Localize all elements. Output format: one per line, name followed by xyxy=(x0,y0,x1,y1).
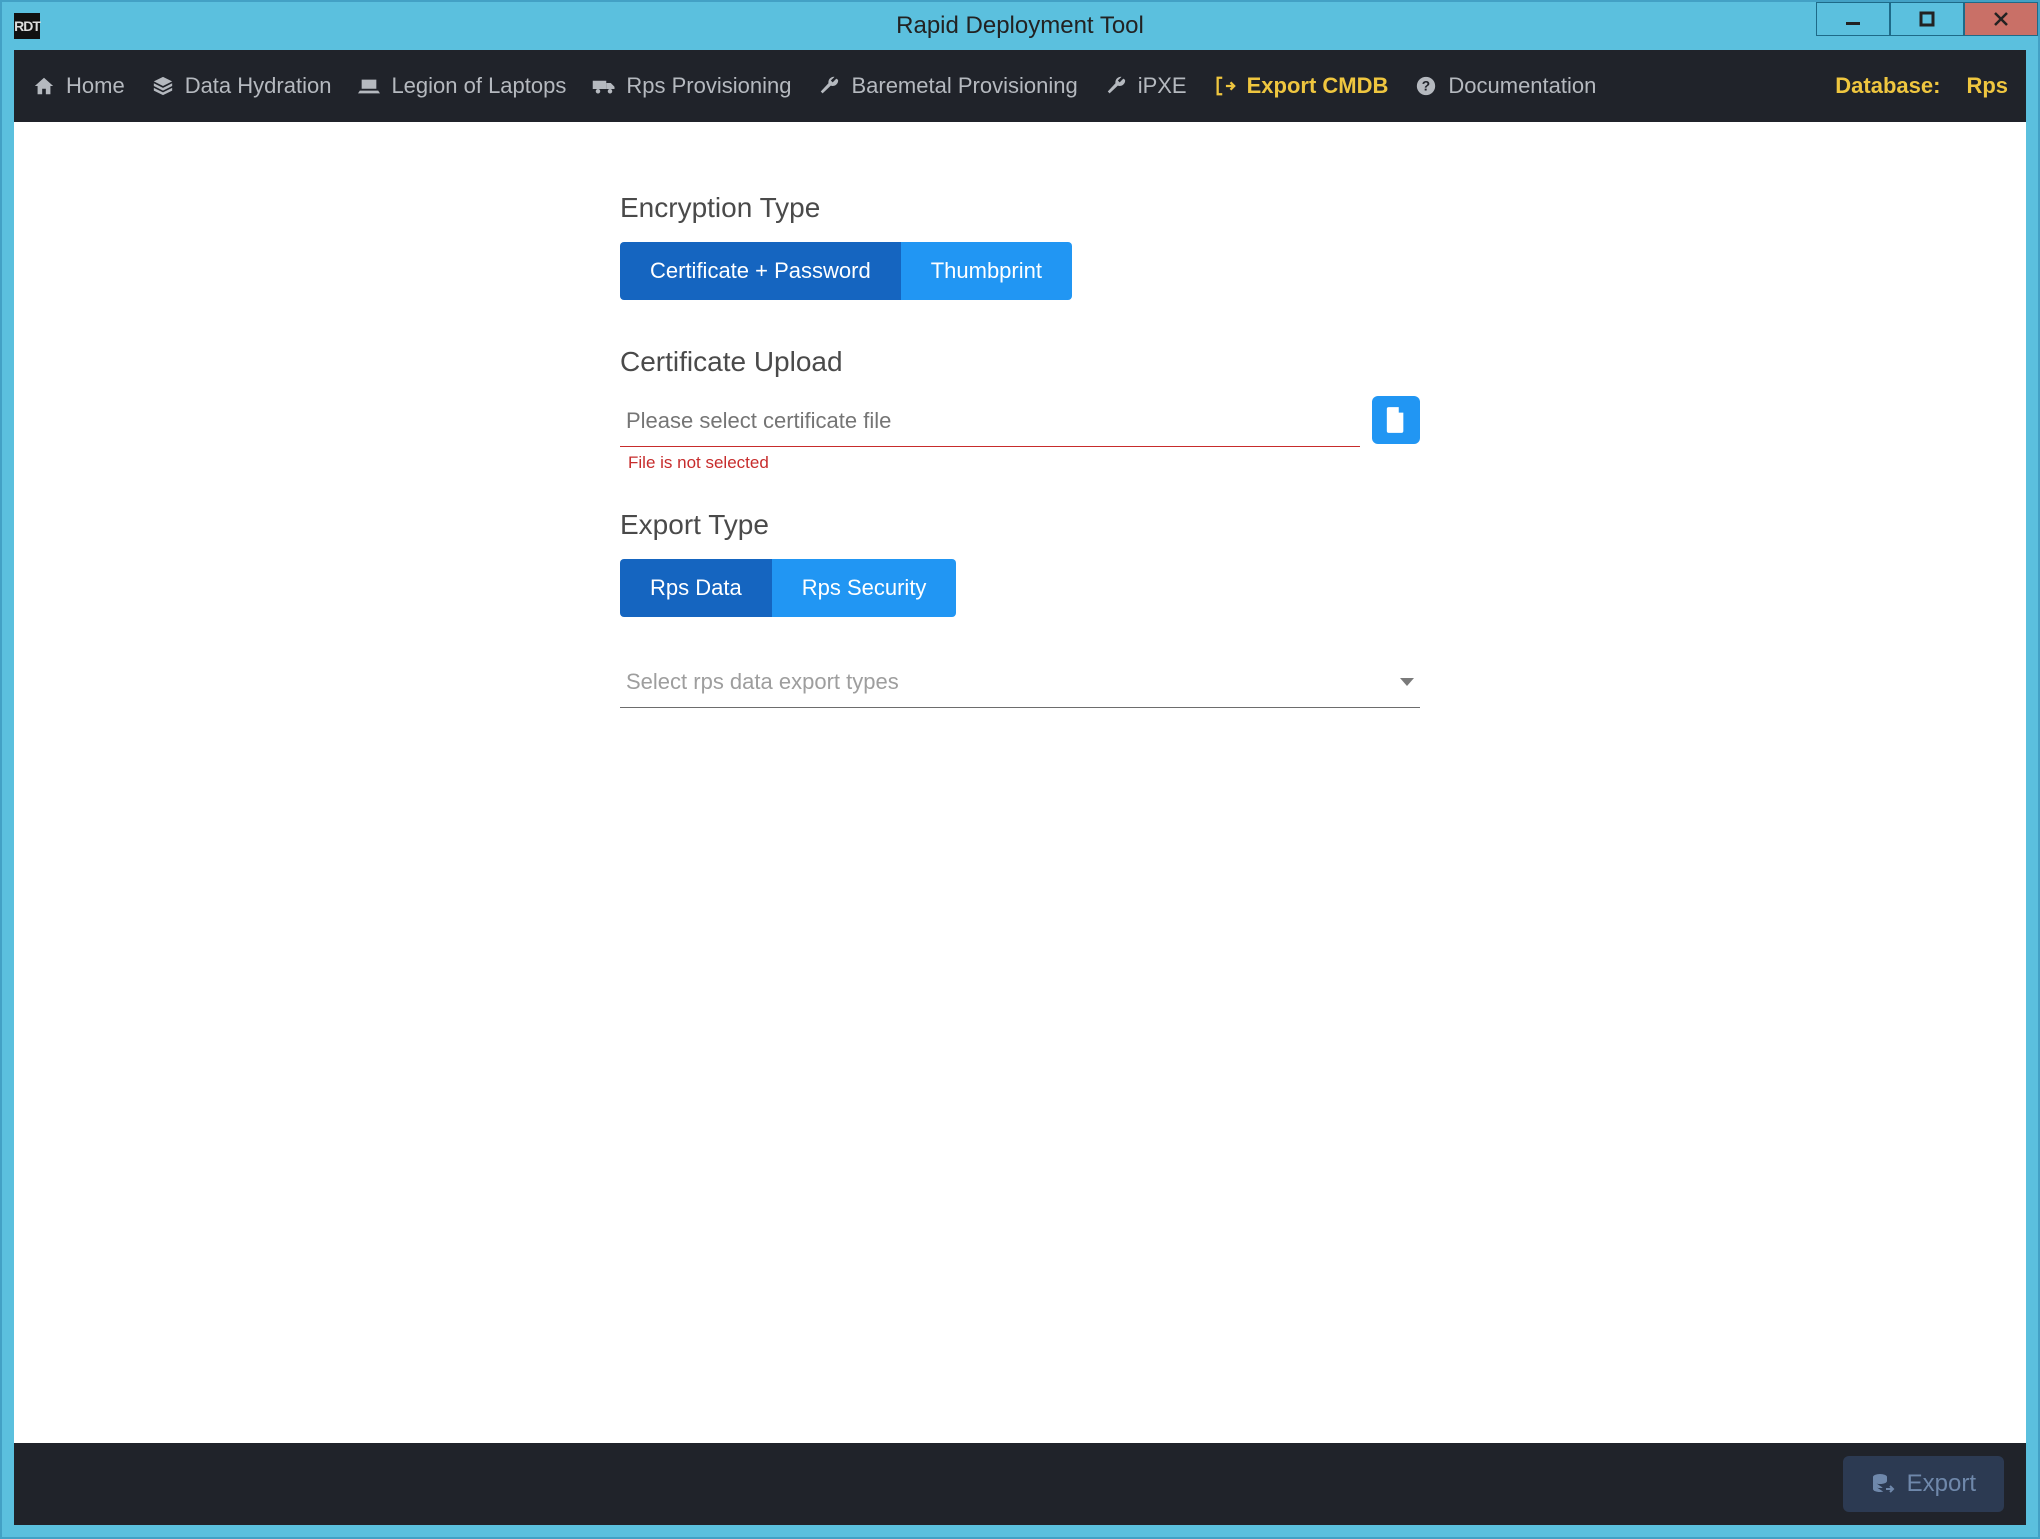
wrench-icon xyxy=(817,74,841,98)
nav-rps-provisioning[interactable]: Rps Provisioning xyxy=(592,73,791,99)
nav-label: Baremetal Provisioning xyxy=(851,73,1077,99)
nav-label: iPXE xyxy=(1138,73,1187,99)
database-export-icon xyxy=(1871,1472,1895,1496)
certificate-file-input[interactable] xyxy=(620,396,1360,447)
truck-icon xyxy=(592,74,616,98)
laptop-icon xyxy=(357,74,381,98)
nav-label: Data Hydration xyxy=(185,73,332,99)
maximize-icon xyxy=(1919,11,1935,27)
nav-label: Legion of Laptops xyxy=(391,73,566,99)
encryption-type-group: Certificate + Password Thumbprint xyxy=(620,242,1072,300)
export-types-placeholder: Select rps data export types xyxy=(626,669,899,695)
help-icon: ? xyxy=(1414,74,1438,98)
footer-bar: Export xyxy=(14,1443,2026,1525)
export-button-label: Export xyxy=(1907,1470,1976,1498)
close-icon xyxy=(1993,11,2009,27)
certificate-file-error: File is not selected xyxy=(628,453,1420,473)
certificate-upload-row xyxy=(620,396,1420,447)
export-type-group: Rps Data Rps Security xyxy=(620,559,956,617)
chevron-down-icon xyxy=(1400,678,1414,686)
database-value: Rps xyxy=(1966,73,2008,99)
window-buttons xyxy=(1816,2,2038,50)
nav-label: Home xyxy=(66,73,125,99)
nav-legion-laptops[interactable]: Legion of Laptops xyxy=(357,73,566,99)
browse-file-button[interactable] xyxy=(1372,396,1420,444)
nav-label: Export CMDB xyxy=(1247,73,1389,99)
certificate-upload-heading: Certificate Upload xyxy=(620,346,1420,378)
encryption-type-heading: Encryption Type xyxy=(620,192,1420,224)
nav-baremetal-provisioning[interactable]: Baremetal Provisioning xyxy=(817,73,1077,99)
window-title: Rapid Deployment Tool xyxy=(896,12,1144,40)
maximize-button[interactable] xyxy=(1890,2,1964,36)
encryption-option-thumbprint[interactable]: Thumbprint xyxy=(901,242,1072,300)
nav-export-cmdb[interactable]: Export CMDB xyxy=(1213,73,1389,99)
export-icon xyxy=(1213,74,1237,98)
nav-documentation[interactable]: ? Documentation xyxy=(1414,73,1596,99)
app-icon: RDT xyxy=(14,13,40,39)
nav-label: Rps Provisioning xyxy=(626,73,791,99)
export-type-heading: Export Type xyxy=(620,509,1420,541)
nav-data-hydration[interactable]: Data Hydration xyxy=(151,73,332,99)
document-icon xyxy=(1385,407,1407,433)
export-option-rps-data[interactable]: Rps Data xyxy=(620,559,772,617)
navbar: Home Data Hydration Legion of Laptops Rp… xyxy=(14,50,2026,122)
content-area: Encryption Type Certificate + Password T… xyxy=(14,122,2026,1443)
wrench-icon xyxy=(1104,74,1128,98)
form-column: Encryption Type Certificate + Password T… xyxy=(620,192,1420,1443)
titlebar: RDT Rapid Deployment Tool xyxy=(2,2,2038,50)
export-types-select[interactable]: Select rps data export types xyxy=(620,657,1420,708)
svg-text:?: ? xyxy=(1422,79,1430,94)
export-option-rps-security[interactable]: Rps Security xyxy=(772,559,957,617)
app-body: Home Data Hydration Legion of Laptops Rp… xyxy=(14,50,2026,1525)
encryption-option-cert-password[interactable]: Certificate + Password xyxy=(620,242,901,300)
database-label: Database: xyxy=(1835,73,1940,99)
nav-ipxe[interactable]: iPXE xyxy=(1104,73,1187,99)
application-window: RDT Rapid Deployment Tool Home xyxy=(0,0,2040,1539)
minimize-icon xyxy=(1845,11,1861,27)
home-icon xyxy=(32,74,56,98)
layers-icon xyxy=(151,74,175,98)
minimize-button[interactable] xyxy=(1816,2,1890,36)
nav-label: Documentation xyxy=(1448,73,1596,99)
export-button[interactable]: Export xyxy=(1843,1456,2004,1512)
close-button[interactable] xyxy=(1964,2,2038,36)
nav-home[interactable]: Home xyxy=(32,73,125,99)
